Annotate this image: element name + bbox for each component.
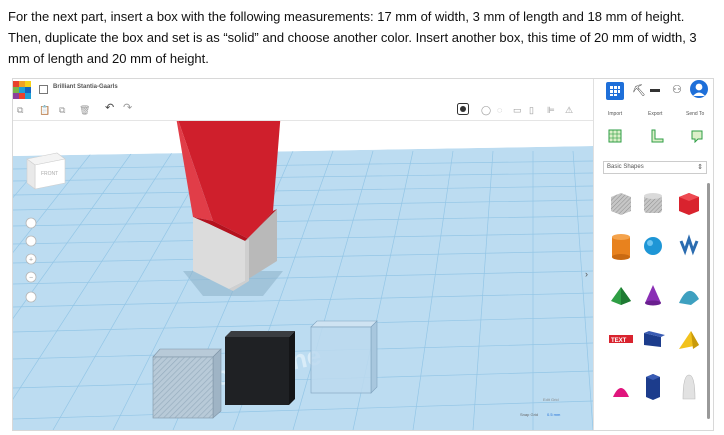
workplane-tool-icon[interactable] xyxy=(608,129,622,143)
pyramid-icon[interactable] xyxy=(679,331,699,349)
user-add-icon[interactable]: ⚇ xyxy=(672,83,682,96)
view-cube[interactable]: FRONT xyxy=(26,152,66,190)
workplane-grid[interactable] xyxy=(13,146,593,430)
ruler-icon[interactable] xyxy=(650,129,664,143)
delete-icon[interactable]: 🗑 xyxy=(79,105,90,115)
hole-box-shape[interactable] xyxy=(152,348,222,419)
shape-library: TEXT xyxy=(609,193,699,400)
tinkercad-window: Brilliant Stantia-Gaarls ⧉ 📋 ⧉ 🗑 ↶ ↷ ◯ ◌… xyxy=(12,78,714,431)
edit-toolbar: ⧉ 📋 ⧉ 🗑 ↶ ↷ ◯ ◌ ▭ ▯ ⊫ ⚠ xyxy=(13,100,593,121)
tinkercad-logo[interactable] xyxy=(13,81,31,99)
text-icon[interactable]: TEXT xyxy=(609,335,633,344)
design-name[interactable]: Brilliant Stantia-Gaarls xyxy=(53,84,118,90)
svg-text:−: − xyxy=(29,275,33,282)
svg-text:TEXT: TEXT xyxy=(611,338,627,344)
paste-icon[interactable]: 📋 xyxy=(39,105,50,115)
copy-icon[interactable]: ⧉ xyxy=(17,105,23,115)
group-icon[interactable]: ▭ xyxy=(513,105,522,115)
notes-icon[interactable] xyxy=(690,129,704,143)
redo-icon[interactable]: ↷ xyxy=(123,103,132,114)
avatar[interactable] xyxy=(690,80,708,98)
glass-box-shape[interactable] xyxy=(310,320,378,394)
wedge-icon[interactable] xyxy=(644,331,665,347)
snap-grid-value[interactable]: 0.5 mm xyxy=(547,412,561,417)
paraboloid-icon[interactable] xyxy=(682,374,696,400)
snap-grid-label: Snap Grid xyxy=(520,412,538,417)
black-box-shape[interactable] xyxy=(225,331,295,405)
workplane-scene[interactable]: Workplane xyxy=(13,121,593,430)
workplane-viewport[interactable]: Workplane xyxy=(13,121,593,430)
shape-library-scrollbar[interactable] xyxy=(707,183,710,419)
light-bulb-icon[interactable]: ◯ xyxy=(481,105,491,115)
round-roof-icon[interactable] xyxy=(679,290,699,305)
dropdown-arrow-icon: ⇕ xyxy=(697,164,703,171)
shape-category-label: Basic Shapes xyxy=(607,164,644,170)
view-cube-label: FRONT xyxy=(41,171,58,177)
sphere-icon[interactable] xyxy=(644,237,662,255)
send-to-button[interactable]: Send To xyxy=(686,111,704,117)
cylinder-hole-icon[interactable] xyxy=(644,193,662,213)
perspective-icon[interactable] xyxy=(25,291,37,303)
ungroup-icon[interactable]: ▯ xyxy=(529,105,534,115)
shape-category-dropdown[interactable]: Basic Shapes ⇕ xyxy=(603,161,707,174)
shape-hole-icon[interactable]: ◌ xyxy=(497,105,502,115)
undo-icon[interactable]: ↶ xyxy=(105,103,114,114)
scribble-icon[interactable] xyxy=(679,234,699,256)
cylinder-icon[interactable] xyxy=(612,234,630,260)
edit-grid-button[interactable]: Edit Grid xyxy=(543,397,559,402)
polygon-icon[interactable] xyxy=(646,374,660,400)
instruction-text: For the next part, insert a box with the… xyxy=(8,9,697,66)
export-button[interactable]: Export xyxy=(648,111,662,117)
collapse-panel-icon[interactable]: › xyxy=(585,269,588,279)
design-menu-icon[interactable] xyxy=(39,85,48,94)
bricks-icon[interactable]: ▬ xyxy=(650,84,660,95)
camera-icon[interactable] xyxy=(457,103,469,115)
align-icon[interactable]: ⊫ xyxy=(547,105,555,115)
import-button[interactable]: Import xyxy=(608,111,622,117)
3d-view-icon[interactable] xyxy=(606,82,624,100)
box-hole-icon[interactable] xyxy=(611,193,631,215)
roof-icon[interactable] xyxy=(611,287,631,305)
box-icon[interactable] xyxy=(679,193,699,215)
svg-text:+: + xyxy=(29,257,33,264)
half-sphere-icon[interactable] xyxy=(613,388,629,397)
mirror-icon[interactable]: ⚠ xyxy=(565,105,573,115)
blocks-icon[interactable]: ⛏ xyxy=(632,84,646,97)
duplicate-icon[interactable]: ⧉ xyxy=(59,105,65,115)
home-view-icon[interactable] xyxy=(25,217,37,229)
cone-icon[interactable] xyxy=(645,285,661,306)
fit-view-icon[interactable] xyxy=(25,235,37,247)
